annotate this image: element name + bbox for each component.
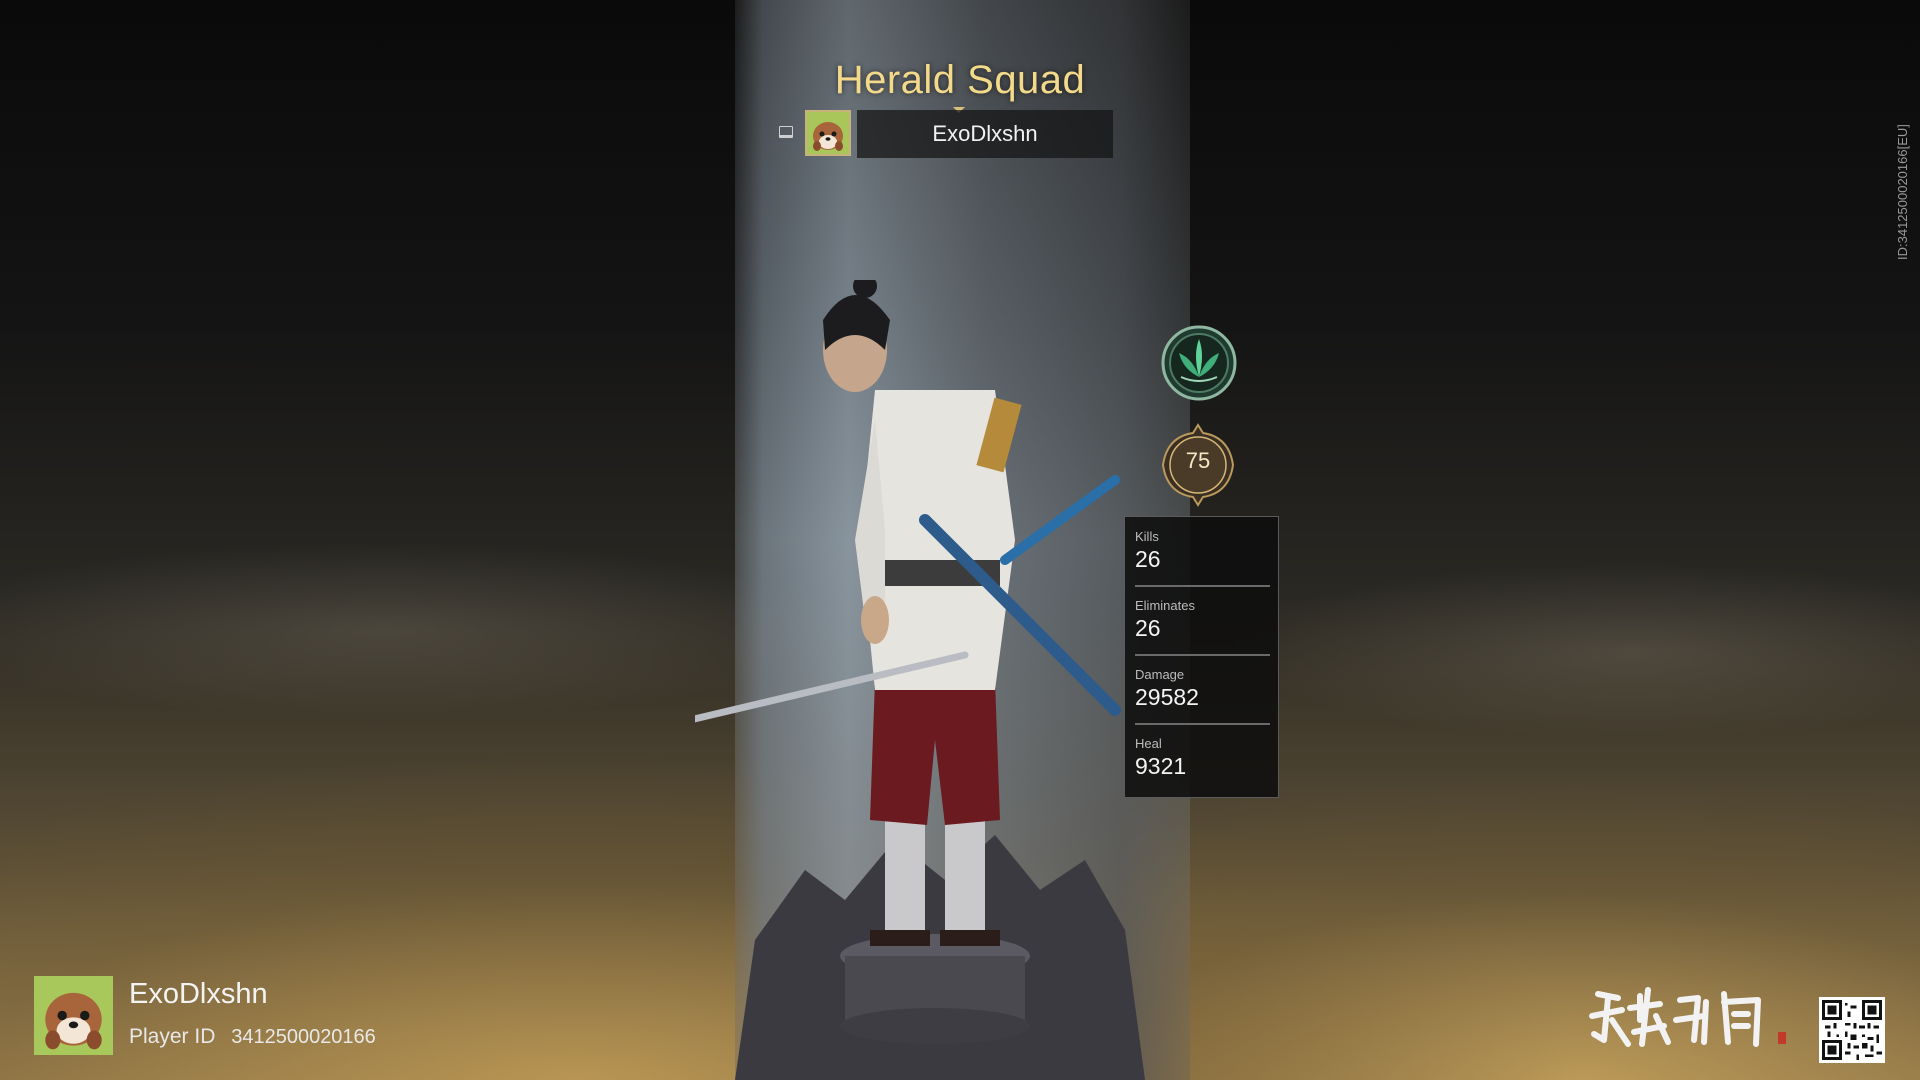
stat-kills: Kills 26: [1135, 517, 1270, 585]
stat-damage: Damage 29582: [1135, 655, 1270, 723]
player-id-row: Player ID 3412500020166: [129, 1025, 376, 1049]
player-name: ExoDlxshn: [129, 978, 268, 1010]
result-screen: Herald Squad ExoDlxshn 75 Kills 26 Elimi…: [0, 0, 1920, 1080]
stat-value: 29582: [1135, 684, 1199, 710]
stat-label: Heal: [1135, 736, 1162, 751]
player-level: 75: [1185, 448, 1211, 473]
player-id-label: Player ID: [129, 1025, 216, 1048]
player-avatar: [34, 976, 113, 1055]
stat-label: Eliminates: [1135, 598, 1195, 613]
pc-monitor-icon: [779, 126, 793, 138]
stat-value: 26: [1135, 546, 1161, 572]
stat-label: Kills: [1135, 529, 1159, 544]
qr-code-icon: [1819, 997, 1885, 1063]
member-avatar: [805, 110, 851, 156]
side-player-id: ID:3412500020166[EU]: [1895, 124, 1910, 260]
stats-panel: Kills 26 Eliminates 26 Damage 29582 Heal…: [1124, 516, 1279, 798]
player-id-value: 3412500020166: [231, 1026, 376, 1048]
stat-eliminates: Eliminates 26: [1135, 586, 1270, 654]
squad-member-row: ExoDlxshn: [775, 110, 1115, 160]
character-model: [695, 280, 1145, 1080]
lotus-leaf-rank-icon: [1161, 325, 1237, 401]
stat-value: 26: [1135, 615, 1161, 641]
stat-heal: Heal 9321: [1135, 724, 1270, 792]
member-name: ExoDlxshn: [857, 110, 1113, 158]
squad-title: Herald Squad: [834, 58, 1086, 102]
stat-value: 9321: [1135, 753, 1187, 779]
game-calligraphy-logo: [1589, 987, 1786, 1047]
stat-label: Damage: [1135, 667, 1185, 682]
otter-avatar-icon: [34, 976, 113, 1055]
otter-avatar-icon: [807, 112, 849, 154]
